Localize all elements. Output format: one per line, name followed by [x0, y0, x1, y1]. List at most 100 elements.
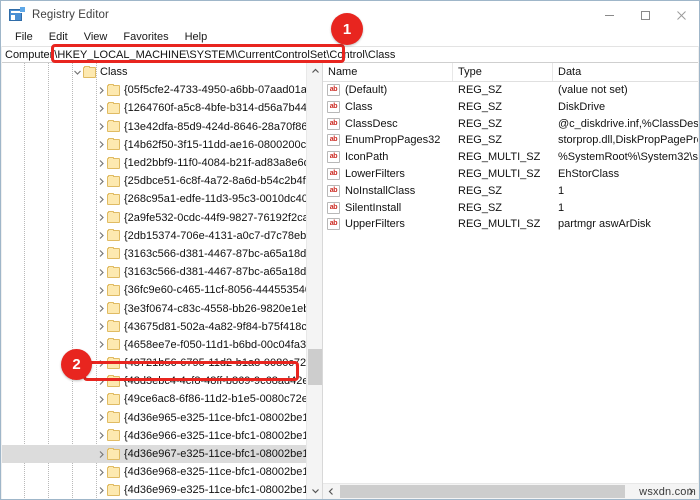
tree-item[interactable]: {1ed2bbf9-11f0-4084-b21f-ad83a8e6dcdc}: [2, 154, 322, 172]
table-row[interactable]: ab EnumPropPages32 REG_SZ storprop.dll,Disk…: [323, 132, 698, 149]
value-type: REG_SZ: [458, 84, 503, 96]
chevron-right-icon[interactable]: [96, 390, 107, 408]
tree-item[interactable]: {3163c566-d381-4467-87bc-a65a18d5b649}: [2, 263, 322, 281]
value-type: REG_MULTI_SZ: [458, 218, 541, 231]
value-data: (value not set): [558, 84, 628, 96]
table-row[interactable]: ab NoInstallClass REG_SZ 1: [323, 183, 698, 200]
folder-icon: [107, 120, 120, 133]
table-row[interactable]: ab IconPath REG_MULTI_SZ %SystemRoot%\Syste…: [323, 149, 698, 166]
table-row[interactable]: ab LowerFilters REG_MULTI_SZ EhStorClass: [323, 166, 698, 183]
tree-item[interactable]: {1264760f-a5c8-4bfe-b314-d56a7b44a362}: [2, 99, 322, 117]
close-icon[interactable]: [663, 1, 699, 29]
column-header-type[interactable]: Type: [453, 63, 553, 81]
watermark: wsxdn.com: [639, 486, 696, 498]
chevron-right-icon[interactable]: [96, 354, 107, 372]
tree-item-label: {48721b56-6795-11d2-b1a8-0080c72e74a2}: [124, 357, 323, 370]
menu-file[interactable]: File: [7, 29, 41, 46]
tree-item[interactable]: {13e42dfa-85d9-424d-8646-28a70f864f9c}: [2, 118, 322, 136]
tree-item[interactable]: {268c95a1-edfe-11d3-95c3-0010dc4050a5}: [2, 190, 322, 208]
folder-icon: [107, 356, 120, 369]
folder-icon: [107, 156, 120, 169]
tree-scroll-thumb[interactable]: [308, 349, 322, 385]
chevron-right-icon[interactable]: [96, 118, 107, 136]
address-bar-prefix: Computer: [5, 48, 54, 61]
menu-view[interactable]: View: [76, 29, 116, 46]
chevron-right-icon[interactable]: [96, 172, 107, 190]
folder-icon: [107, 192, 120, 205]
table-row[interactable]: ab SilentInstall REG_SZ 1: [323, 200, 698, 217]
tree-item[interactable]: {3163c566-d381-4467-87bc-a65a18d5b648}: [2, 245, 322, 263]
string-value-icon: ab: [327, 167, 340, 180]
tree-item-class-root[interactable]: Class: [2, 63, 307, 81]
chevron-right-icon[interactable]: [96, 263, 107, 281]
chevron-right-icon[interactable]: [96, 318, 107, 336]
values-scroll-thumb[interactable]: [340, 485, 625, 498]
tree-item[interactable]: {2a9fe532-0cdc-44f9-9827-76192f2ca2fb}: [2, 209, 322, 227]
chevron-right-icon[interactable]: [96, 99, 107, 117]
tree-item[interactable]: {4d36e968-e325-11ce-bfc1-08002be10318}: [2, 463, 322, 481]
tree-item-label: {49ce6ac8-6f86-11d2-b1e5-0080c72e74a2}: [124, 393, 323, 406]
menu-favorites[interactable]: Favorites: [115, 29, 176, 46]
folder-icon: [107, 83, 120, 96]
chevron-right-icon[interactable]: [96, 81, 107, 99]
chevron-down-icon[interactable]: [72, 63, 83, 81]
value-type: REG_SZ: [458, 100, 503, 113]
window-controls: [591, 1, 699, 29]
table-row[interactable]: ab ClassDesc REG_SZ @c_diskdrive.inf,%Class…: [323, 116, 698, 133]
tree-item[interactable]: {25dbce51-6c8f-4a72-8a6d-b54c2b4fc835}: [2, 172, 322, 190]
chevron-right-icon[interactable]: [96, 481, 107, 499]
values-column-headers: Name Type Data: [323, 63, 698, 82]
table-row[interactable]: ab UpperFilters REG_MULTI_SZ partmgr aswArD…: [323, 216, 698, 233]
menu-help[interactable]: Help: [177, 29, 216, 46]
folder-icon: [107, 302, 120, 315]
chevron-right-icon[interactable]: [96, 245, 107, 263]
chevron-right-icon[interactable]: [96, 409, 107, 427]
tree-item[interactable]: {48721b56-6795-11d2-b1a8-0080c72e74a2}: [2, 354, 322, 372]
menu-edit[interactable]: Edit: [41, 29, 76, 46]
chevron-right-icon[interactable]: [96, 190, 107, 208]
tree-item[interactable]: {3e3f0674-c83c-4558-bb26-9820e1eba5c5}: [2, 299, 322, 318]
chevron-right-icon[interactable]: [96, 336, 107, 354]
tree-item-label: {3e3f0674-c83c-4558-bb26-9820e1eba5c5}: [124, 302, 323, 315]
column-header-name[interactable]: Name: [323, 63, 453, 81]
values-list: ab (Default) REG_SZ (value not set) ab Class R…: [323, 82, 698, 233]
table-row[interactable]: ab Class REG_SZ DiskDrive: [323, 99, 698, 116]
chevron-right-icon[interactable]: [96, 463, 107, 481]
tree-item[interactable]: {05f5cfe2-4733-4950-a6bb-07aad01a3a84}: [2, 81, 322, 99]
tree-item-label: {4d36e965-e325-11ce-bfc1-08002be10318}: [124, 411, 323, 424]
chevron-right-icon[interactable]: [96, 427, 107, 445]
chevron-right-icon[interactable]: [96, 445, 107, 463]
chevron-right-icon[interactable]: [96, 300, 107, 318]
chevron-right-icon[interactable]: [96, 136, 107, 154]
tree-item-label: {13e42dfa-85d9-424d-8646-28a70f864f9c}: [124, 120, 323, 133]
tree-item[interactable]: {4d36e966-e325-11ce-bfc1-08002be10318}: [2, 427, 322, 445]
tree-item[interactable]: {4d36e965-e325-11ce-bfc1-08002be10318}: [2, 409, 322, 427]
column-header-data[interactable]: Data: [553, 63, 698, 81]
scroll-up-icon[interactable]: [307, 63, 322, 80]
chevron-right-icon[interactable]: [96, 281, 107, 299]
tree-item[interactable]: {14b62f50-3f15-11dd-ae16-0800200c9a66}: [2, 136, 322, 154]
tree-item[interactable]: {4d36e969-e325-11ce-bfc1-08002be10318}: [2, 481, 322, 499]
scroll-left-icon[interactable]: [323, 484, 339, 499]
tree-item[interactable]: {2db15374-706e-4131-a0c7-d7c78eb0289a}: [2, 227, 322, 245]
address-bar[interactable]: Computer \HKEY_LOCAL_MACHINE\SYSTEM\Curr…: [2, 46, 698, 63]
scroll-down-icon[interactable]: [307, 482, 322, 499]
tree-item[interactable]: {43675d81-502a-4a82-9f84-b75f418c5dea}: [2, 318, 322, 336]
tree-item[interactable]: {48d3ebc4-4cf8-48ff-b869-9c68ad42eb9f}: [2, 372, 322, 390]
tree-item[interactable]: {4658ee7e-f050-11d1-b6bd-00c04fa372a7}: [2, 336, 322, 354]
registry-tree-pane[interactable]: Class {05f5cfe2-4733-4950-a6bb-07aad01a3a…: [2, 63, 323, 499]
tree-vertical-scrollbar[interactable]: [306, 63, 322, 499]
registry-values-pane[interactable]: Name Type Data ab (Default) REG_SZ (value n…: [323, 63, 698, 499]
string-value-icon: ab: [327, 134, 340, 147]
tree-item[interactable]: {36fc9e60-c465-11cf-8056-444553540000}: [2, 281, 322, 299]
maximize-icon[interactable]: [627, 1, 663, 29]
table-row[interactable]: ab (Default) REG_SZ (value not set): [323, 82, 698, 99]
tree-item[interactable]: {49ce6ac8-6f86-11d2-b1e5-0080c72e74a2}: [2, 390, 322, 408]
minimize-icon[interactable]: [591, 1, 627, 29]
chevron-right-icon[interactable]: [96, 209, 107, 227]
selected-tree-key[interactable]: {4d36e967-e325-11ce-bfc1-08002be10318}: [2, 444, 322, 464]
chevron-right-icon[interactable]: [96, 372, 107, 390]
value-name: UpperFilters: [345, 218, 405, 231]
chevron-right-icon[interactable]: [96, 227, 107, 245]
chevron-right-icon[interactable]: [96, 154, 107, 172]
